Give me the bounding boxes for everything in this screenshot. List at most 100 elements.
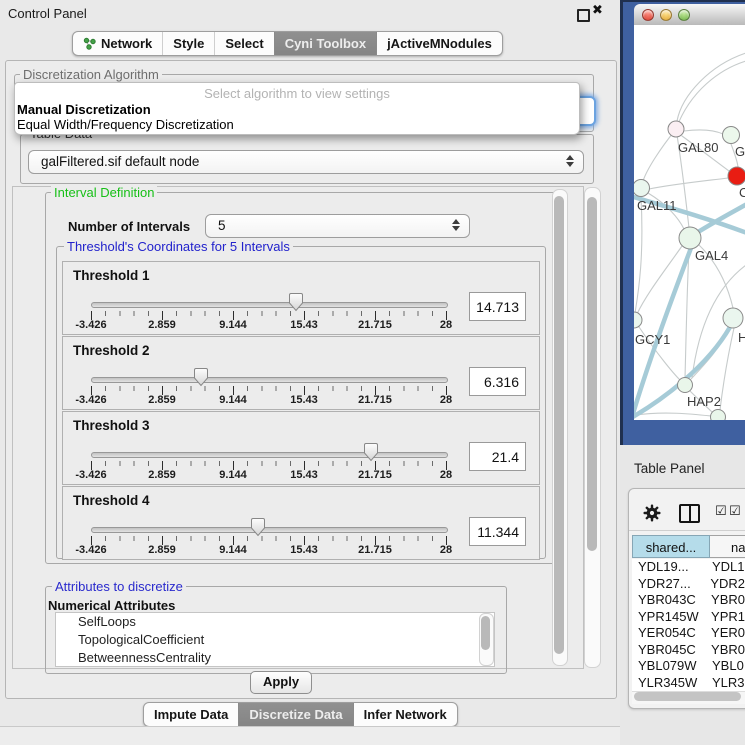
thresholds-group-title: Threshold's Coordinates for 5 Intervals <box>64 240 293 254</box>
network-node[interactable] <box>634 312 642 328</box>
network-node[interactable] <box>723 127 740 144</box>
network-node[interactable] <box>679 227 701 249</box>
threshold-label: Threshold 2 <box>73 343 150 358</box>
popup-item-manual-discretization[interactable]: Manual Discretization <box>17 102 151 117</box>
cell-name[interactable]: YBR0 <box>708 592 745 609</box>
network-node[interactable] <box>711 410 726 421</box>
table-row[interactable]: YBR045CYBR0 <box>632 642 745 659</box>
checkbox-icon[interactable]: ☑ <box>729 504 741 519</box>
cell-name[interactable]: YDL1 <box>709 559 745 576</box>
threshold-label: Threshold 4 <box>73 493 150 508</box>
tab-discretize-data[interactable]: Discretize Data <box>238 703 352 726</box>
gear-icon[interactable] <box>643 504 661 522</box>
tab-impute-data[interactable]: Impute Data <box>144 703 238 726</box>
close-traffic-light-icon[interactable] <box>642 9 654 21</box>
threshold-value-field[interactable]: 6.316 <box>469 367 526 396</box>
table-row[interactable]: YDR27...YDR2 <box>632 576 745 593</box>
table-row[interactable]: YBL079WYBL0 <box>632 658 745 675</box>
table-rows: YDL19...YDL1YDR27...YDR2YBR043CYBR0YPR14… <box>632 559 745 695</box>
network-node[interactable] <box>668 121 684 137</box>
network-canvas: GAL80GACGAL11GAL4GCY1HHAP2 <box>634 25 745 420</box>
cell-name[interactable]: YBL0 <box>709 658 744 675</box>
attribute-list-item[interactable]: BetweennessCentrality <box>56 649 494 667</box>
tab-style[interactable]: Style <box>162 32 214 55</box>
slider-tick-labels: -3.4262.8599.14415.4321.71528 <box>63 394 539 407</box>
tick-label: 9.144 <box>219 469 247 481</box>
outer-scrollbar-thumb[interactable] <box>587 197 597 551</box>
network-node-label: H <box>738 330 745 345</box>
slider-handle[interactable] <box>288 292 304 312</box>
attributes-list-scrollbar-thumb[interactable] <box>481 616 490 650</box>
stepper-arrows-icon[interactable] <box>566 155 574 167</box>
tick-label: 15.43 <box>290 469 318 481</box>
horizontal-scrollbar-thumb[interactable] <box>634 692 741 701</box>
slider-track[interactable] <box>91 527 448 533</box>
cell-shared-name[interactable]: YPR145W <box>632 609 708 626</box>
bottom-strip <box>0 727 620 745</box>
close-icon[interactable]: ✖ <box>592 3 603 18</box>
cell-shared-name[interactable]: YDR27... <box>632 576 707 593</box>
tab-cyni-toolbox[interactable]: Cyni Toolbox <box>274 32 376 55</box>
cell-shared-name[interactable]: YER054C <box>632 625 708 642</box>
cell-shared-name[interactable]: YLR345W <box>632 675 709 692</box>
table-data-combobox[interactable]: galFiltered.sif default node <box>28 150 584 174</box>
cell-name[interactable]: YLR3 <box>709 675 745 692</box>
table-row[interactable]: YLR345WYLR3 <box>632 675 745 692</box>
tick-label: 9.144 <box>219 544 247 556</box>
float-panel-icon[interactable] <box>577 9 590 22</box>
slider-handle[interactable] <box>193 367 209 387</box>
tab-network[interactable]: Network <box>73 32 162 55</box>
popup-item-equal-width[interactable]: Equal Width/Frequency Discretization <box>17 117 234 132</box>
slider-handle[interactable] <box>363 442 379 462</box>
cell-name[interactable]: YDR2 <box>707 576 745 593</box>
cell-shared-name[interactable]: YBR043C <box>632 592 708 609</box>
slider-handle[interactable] <box>250 517 266 537</box>
table-row[interactable]: YDL19...YDL1 <box>632 559 745 576</box>
column-header-shared-name[interactable]: shared... <box>632 535 710 558</box>
stepper-arrows-icon[interactable] <box>452 219 460 231</box>
columns-icon[interactable] <box>679 504 700 523</box>
threshold-value-field[interactable]: 11.344 <box>469 517 526 546</box>
inner-scrollbar-thumb[interactable] <box>554 196 564 654</box>
attribute-list-item[interactable]: TopologicalCoefficient <box>56 631 494 649</box>
zoom-traffic-light-icon[interactable] <box>678 9 690 21</box>
slider-track[interactable] <box>91 377 448 383</box>
cell-name[interactable]: YBR0 <box>708 642 745 659</box>
tab-jactivemnodules[interactable]: jActiveMNodules <box>376 32 502 55</box>
network-edge <box>643 129 676 181</box>
slider-tick-labels: -3.4262.8599.14415.4321.71528 <box>63 319 539 332</box>
cell-name[interactable]: YER0 <box>708 625 745 642</box>
threshold-label: Threshold 3 <box>73 418 150 433</box>
network-node-label: HAP2 <box>687 394 721 409</box>
apply-button[interactable]: Apply <box>250 671 312 694</box>
number-of-intervals-spinner[interactable]: 5 <box>205 214 470 238</box>
cell-name[interactable]: YPR1 <box>708 609 745 626</box>
threshold-value-field[interactable]: 21.4 <box>469 442 526 471</box>
slider-track[interactable] <box>91 302 448 308</box>
cell-shared-name[interactable]: YBL079W <box>632 658 709 675</box>
minimize-traffic-light-icon[interactable] <box>660 9 672 21</box>
slider-track[interactable] <box>91 452 448 458</box>
number-of-intervals-value: 5 <box>218 218 226 233</box>
checkbox-icon[interactable]: ☑ <box>715 504 727 519</box>
discretization-algorithm-title: Discretization Algorithm <box>20 68 162 82</box>
network-node[interactable] <box>678 378 693 393</box>
network-node[interactable] <box>728 167 745 185</box>
cell-shared-name[interactable]: YBR045C <box>632 642 708 659</box>
threshold-value-field[interactable]: 14.713 <box>469 292 526 321</box>
tick-label: 21.715 <box>358 544 392 556</box>
cell-shared-name[interactable]: YDL19... <box>632 559 709 576</box>
network-node[interactable] <box>723 308 743 328</box>
network-window-titlebar[interactable] <box>634 4 745 26</box>
column-header-name[interactable]: na <box>710 535 745 558</box>
attribute-list-item[interactable]: SelfLoops <box>56 613 494 631</box>
tick-label: -3.426 <box>75 544 106 556</box>
network-node[interactable] <box>634 180 650 197</box>
network-edge <box>636 413 711 416</box>
network-node-label: C <box>739 185 745 200</box>
table-row[interactable]: YBR043CYBR0 <box>632 592 745 609</box>
tab-select[interactable]: Select <box>214 32 273 55</box>
table-row[interactable]: YER054CYER0 <box>632 625 745 642</box>
table-row[interactable]: YPR145WYPR1 <box>632 609 745 626</box>
tab-infer-network[interactable]: Infer Network <box>353 703 457 726</box>
